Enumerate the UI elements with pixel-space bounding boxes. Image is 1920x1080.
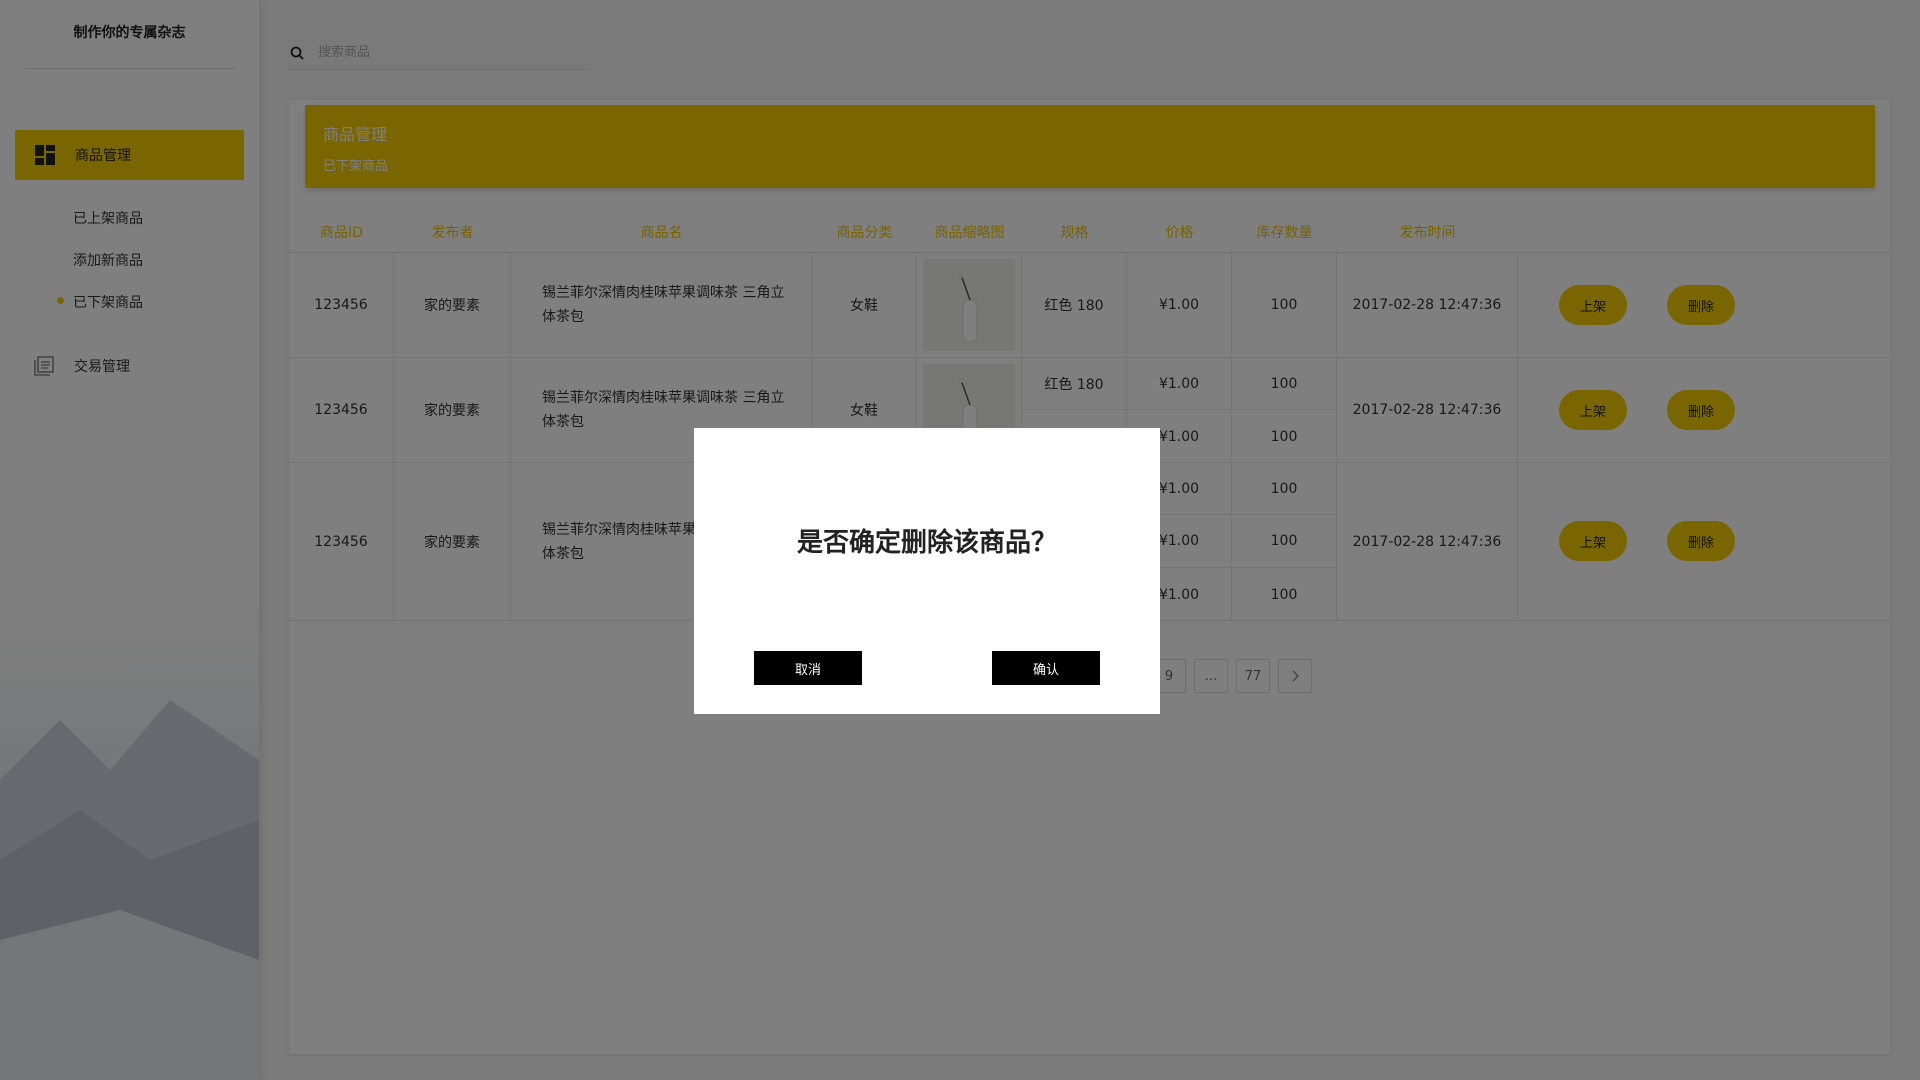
confirm-button[interactable]: 确认 [992,651,1100,685]
confirm-delete-dialog: 是否确定删除该商品？ 取消 确认 [694,428,1160,714]
dialog-message: 是否确定删除该商品？ [796,528,1057,558]
cancel-button[interactable]: 取消 [754,651,862,685]
